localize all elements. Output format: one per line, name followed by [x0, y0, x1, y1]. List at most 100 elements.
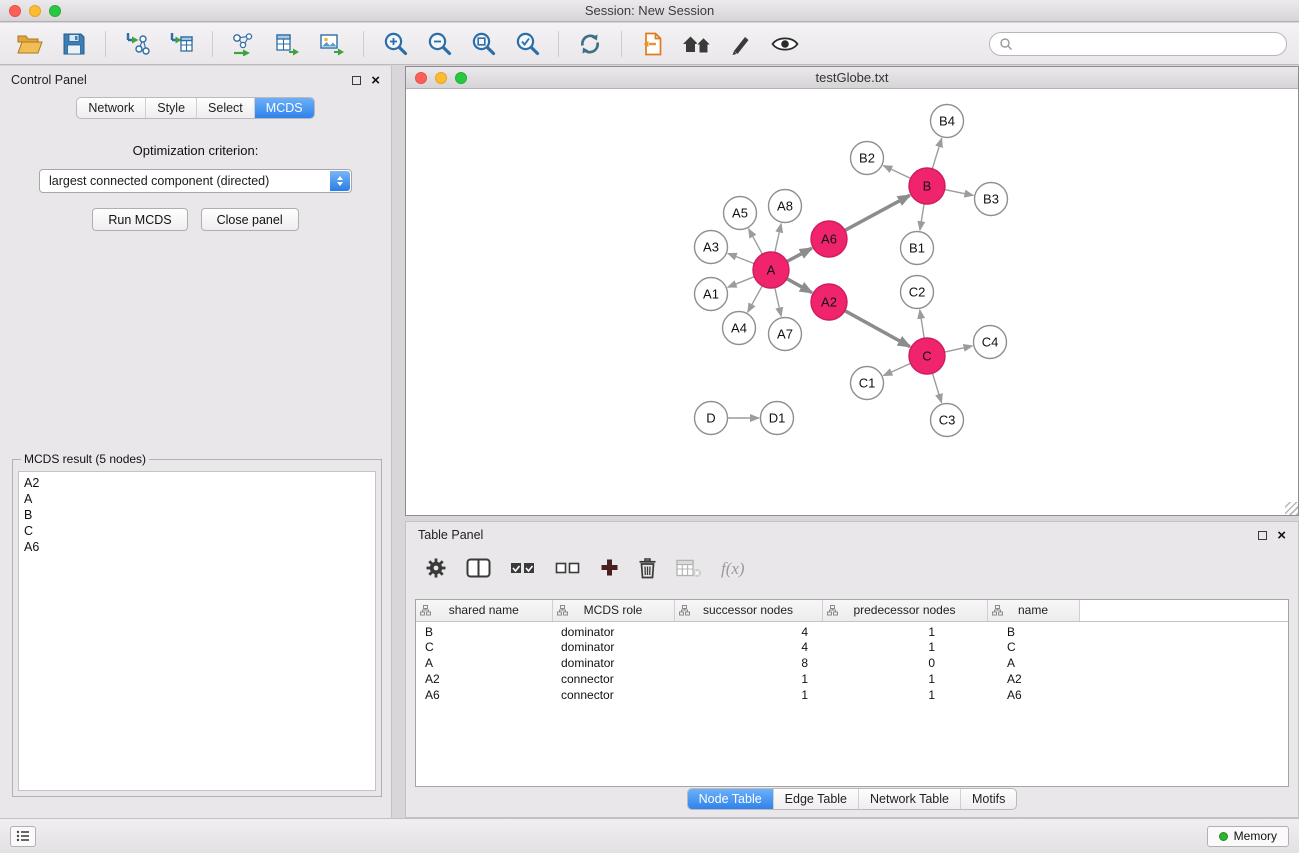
export-image-icon[interactable]: [314, 28, 350, 60]
tab-motifs[interactable]: Motifs: [961, 789, 1016, 809]
node-A[interactable]: A: [753, 252, 789, 288]
edge-B-B1[interactable]: [920, 204, 924, 230]
column-header-shared-name[interactable]: shared name: [416, 600, 552, 621]
tab-select[interactable]: Select: [197, 98, 255, 118]
network-svg[interactable]: B4B2BB3A5A8A6B1A3AA1C2A2A4A7C4CC1C3DD1: [406, 89, 1298, 515]
edge-A2-C[interactable]: [845, 311, 910, 347]
node-B2[interactable]: B2: [851, 142, 884, 175]
node-A2[interactable]: A2: [811, 284, 847, 320]
float-table-panel-icon[interactable]: [1258, 531, 1267, 540]
add-column-icon[interactable]: [600, 558, 619, 580]
node-C3[interactable]: C3: [931, 404, 964, 437]
import-network-icon[interactable]: [119, 28, 155, 60]
zoom-network-window-button[interactable]: [455, 72, 467, 84]
edge-C-C4[interactable]: [945, 346, 973, 352]
result-item[interactable]: C: [24, 523, 370, 539]
close-window-button[interactable]: [9, 5, 21, 17]
edge-C-C3[interactable]: [932, 373, 941, 403]
table-row[interactable]: Bdominator41B: [416, 621, 1288, 639]
node-A8[interactable]: A8: [769, 190, 802, 223]
table-row[interactable]: Adominator80A: [416, 655, 1288, 671]
columns-icon[interactable]: [466, 558, 491, 581]
edge-A-A8[interactable]: [775, 224, 781, 253]
result-item[interactable]: B: [24, 507, 370, 523]
tab-network[interactable]: Network: [77, 98, 146, 118]
network-canvas[interactable]: B4B2BB3A5A8A6B1A3AA1C2A2A4A7C4CC1C3DD1: [406, 89, 1298, 515]
search-box[interactable]: [989, 32, 1287, 56]
zoom-selected-icon[interactable]: [509, 28, 545, 60]
node-C4[interactable]: C4: [974, 326, 1007, 359]
annotation-marker-icon[interactable]: [723, 28, 759, 60]
delete-icon[interactable]: [638, 557, 657, 582]
edge-C-C2[interactable]: [920, 310, 924, 338]
zoom-window-button[interactable]: [49, 5, 61, 17]
session-document-icon[interactable]: [635, 28, 671, 60]
node-A4[interactable]: A4: [723, 312, 756, 345]
edge-C-C1[interactable]: [883, 363, 910, 375]
criterion-dropdown[interactable]: largest connected component (directed): [39, 169, 352, 193]
node-A5[interactable]: A5: [724, 197, 757, 230]
close-network-window-button[interactable]: [415, 72, 427, 84]
node-C2[interactable]: C2: [901, 276, 934, 309]
close-panel-button[interactable]: Close panel: [201, 208, 299, 231]
node-D1[interactable]: D1: [761, 402, 794, 435]
search-input[interactable]: [1019, 37, 1277, 51]
import-table-icon[interactable]: [163, 28, 199, 60]
tab-mcds[interactable]: MCDS: [255, 98, 314, 118]
node-A7[interactable]: A7: [769, 318, 802, 351]
tab-style[interactable]: Style: [146, 98, 197, 118]
node-B4[interactable]: B4: [931, 105, 964, 138]
column-header-name[interactable]: name: [987, 600, 1079, 621]
minimize-network-window-button[interactable]: [435, 72, 447, 84]
table-row[interactable]: A2connector11A2: [416, 671, 1288, 687]
edge-B-B3[interactable]: [945, 190, 974, 196]
edge-A-A4[interactable]: [748, 286, 763, 312]
tab-node-table[interactable]: Node Table: [688, 789, 774, 809]
table-row[interactable]: Cdominator41C: [416, 639, 1288, 655]
edge-A-A6[interactable]: [787, 248, 812, 261]
show-hide-eye-icon[interactable]: [767, 28, 803, 60]
result-item[interactable]: A2: [24, 475, 370, 491]
home-icon[interactable]: [679, 28, 715, 60]
save-session-icon[interactable]: [56, 28, 92, 60]
memory-button[interactable]: Memory: [1207, 826, 1289, 847]
node-B[interactable]: B: [909, 168, 945, 204]
result-item[interactable]: A6: [24, 539, 370, 555]
tab-network-table[interactable]: Network Table: [859, 789, 961, 809]
table-row[interactable]: A6connector11A6: [416, 687, 1288, 703]
edge-B-B4[interactable]: [932, 138, 941, 169]
column-header-successor-nodes[interactable]: successor nodes: [674, 600, 822, 621]
resize-grip[interactable]: [1285, 502, 1298, 515]
zoom-fit-icon[interactable]: [465, 28, 501, 60]
float-panel-icon[interactable]: [352, 76, 361, 85]
edge-A-A3[interactable]: [728, 253, 754, 263]
refresh-view-icon[interactable]: [572, 28, 608, 60]
select-all-icon[interactable]: [510, 559, 536, 580]
minimize-window-button[interactable]: [29, 5, 41, 17]
node-A1[interactable]: A1: [695, 278, 728, 311]
node-A6[interactable]: A6: [811, 221, 847, 257]
task-history-icon[interactable]: [10, 826, 36, 847]
result-item[interactable]: A: [24, 491, 370, 507]
edge-A-A1[interactable]: [728, 277, 755, 288]
column-header-MCDS-role[interactable]: MCDS role: [552, 600, 674, 621]
edge-A-A5[interactable]: [749, 229, 763, 254]
edge-A6-B[interactable]: [845, 195, 910, 230]
open-file-icon[interactable]: [12, 28, 48, 60]
export-network-icon[interactable]: [226, 28, 262, 60]
node-A3[interactable]: A3: [695, 231, 728, 264]
edge-A-A7[interactable]: [775, 288, 781, 317]
node-C1[interactable]: C1: [851, 367, 884, 400]
node-B3[interactable]: B3: [975, 183, 1008, 216]
edge-B-B2[interactable]: [883, 166, 910, 179]
tab-edge-table[interactable]: Edge Table: [774, 789, 859, 809]
settings-gear-icon[interactable]: [425, 557, 447, 582]
node-D[interactable]: D: [695, 402, 728, 435]
zoom-in-icon[interactable]: [377, 28, 413, 60]
zoom-out-icon[interactable]: [421, 28, 457, 60]
deselect-all-icon[interactable]: [555, 559, 581, 580]
node-B1[interactable]: B1: [901, 232, 934, 265]
close-table-panel-icon[interactable]: ×: [1277, 528, 1286, 543]
run-mcds-button[interactable]: Run MCDS: [92, 208, 187, 231]
close-panel-icon[interactable]: ×: [371, 73, 380, 88]
